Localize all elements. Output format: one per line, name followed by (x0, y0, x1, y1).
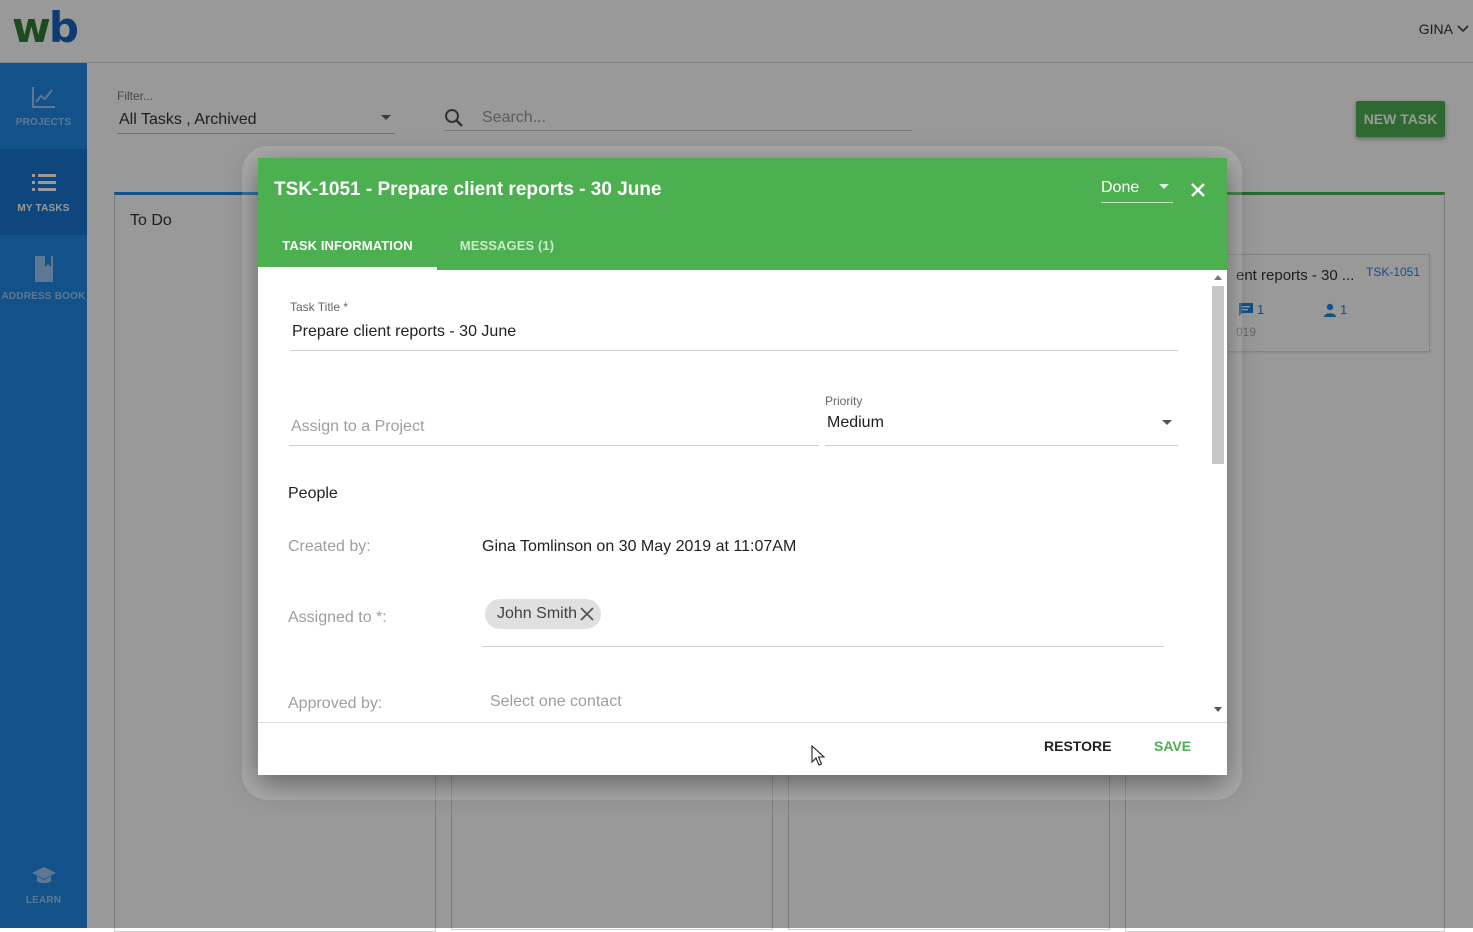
priority-select[interactable]: Medium (825, 414, 1178, 446)
dialog-body: Task Title * Priority Medium People Crea… (258, 270, 1227, 722)
created-by-label: Created by: (288, 538, 371, 555)
approved-by-label: Approved by: (288, 695, 383, 712)
assignee-field-underline[interactable] (482, 646, 1164, 647)
priority-value: Medium (827, 414, 884, 431)
project-input[interactable] (289, 415, 819, 446)
save-button[interactable]: SAVE (1148, 737, 1197, 755)
status-value: Done (1101, 179, 1140, 196)
restore-button[interactable]: RESTORE (1038, 737, 1117, 755)
task-dialog: TSK-1051 - Prepare client reports - 30 J… (258, 158, 1227, 775)
dialog-title: TSK-1051 - Prepare client reports - 30 J… (274, 179, 662, 200)
close-button[interactable] (1186, 178, 1210, 202)
status-select[interactable]: Done (1101, 176, 1173, 203)
tab-task-information[interactable]: TASK INFORMATION (258, 226, 437, 270)
scroll-thumb[interactable] (1212, 286, 1224, 464)
chip-label: John Smith (497, 605, 578, 622)
dialog-header: TSK-1051 - Prepare client reports - 30 J… (258, 158, 1227, 270)
dialog-scrollbar[interactable] (1211, 270, 1225, 722)
scroll-up-icon[interactable] (1214, 275, 1222, 280)
remove-chip-icon[interactable] (579, 606, 595, 622)
dropdown-arrow-icon (1162, 420, 1172, 425)
dialog-footer: RESTORE SAVE (258, 722, 1227, 775)
mouse-cursor-icon (811, 745, 825, 766)
dropdown-arrow-icon (1159, 184, 1169, 189)
scroll-down-icon[interactable] (1214, 707, 1222, 712)
priority-label: Priority (825, 394, 863, 408)
assignee-chip: John Smith (485, 599, 602, 629)
tab-label: MESSAGES (1) (459, 238, 555, 253)
assigned-to-label: Assigned to *: (288, 609, 387, 626)
people-section-title: People (288, 485, 338, 502)
close-icon (1191, 183, 1205, 197)
task-title-input[interactable] (290, 320, 1178, 351)
tab-messages[interactable]: MESSAGES (1) (437, 226, 577, 270)
created-by-value: Gina Tomlinson on 30 May 2019 at 11:07AM (482, 538, 797, 555)
task-title-label: Task Title * (290, 300, 349, 314)
tab-label: TASK INFORMATION (282, 238, 413, 253)
approved-by-input[interactable] (488, 690, 1150, 720)
